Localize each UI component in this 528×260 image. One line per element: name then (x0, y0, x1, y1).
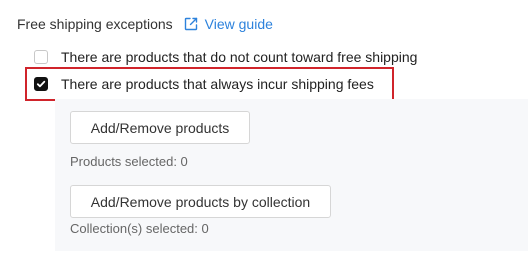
checkmark-icon (36, 80, 46, 88)
view-guide-label: View guide (204, 16, 273, 32)
section-title: Free shipping exceptions (17, 16, 173, 32)
external-link-icon (184, 17, 197, 31)
always-incur-checkbox[interactable] (34, 77, 48, 91)
view-guide-link[interactable]: View guide (183, 16, 273, 32)
add-remove-products-button[interactable]: Add/Remove products (70, 111, 250, 144)
not-count-label: There are products that do not count tow… (61, 49, 418, 65)
section-header: Free shipping exceptions View guide (17, 14, 273, 34)
shipping-fee-products-panel: Add/Remove products Products selected: 0… (55, 99, 528, 251)
add-remove-by-collection-button[interactable]: Add/Remove products by collection (70, 185, 331, 218)
products-selected-count: Products selected: 0 (70, 154, 188, 169)
collections-selected-count: Collection(s) selected: 0 (70, 221, 209, 236)
option-always-incur-shipping-fees[interactable]: There are products that always incur shi… (34, 74, 374, 94)
not-count-checkbox[interactable] (34, 50, 48, 64)
option-not-count-toward-free-shipping[interactable]: There are products that do not count tow… (34, 47, 417, 67)
free-shipping-exceptions-section: Free shipping exceptions View guide Ther… (0, 0, 528, 260)
always-incur-label: There are products that always incur shi… (61, 76, 374, 92)
